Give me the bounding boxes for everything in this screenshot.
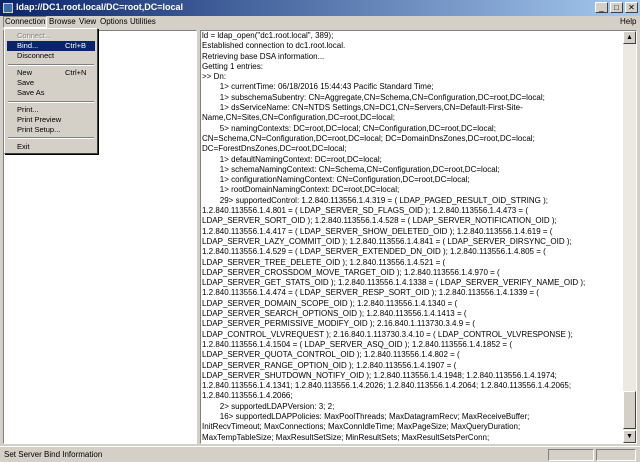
output-line: LDAP_SERVER_CROSSDOM_MOVE_TARGET_OID ); … <box>202 267 500 277</box>
menu-item-exit[interactable]: Exit <box>7 142 95 152</box>
output-line: LDAP_SERVER_SEARCH_OPTIONS_OID ); 1.2.84… <box>202 309 467 319</box>
menu-separator <box>8 101 94 103</box>
ldp-app-icon <box>3 3 13 13</box>
scroll-thumb[interactable] <box>623 391 636 429</box>
menu-item-print-preview[interactable]: Print Preview <box>7 115 95 125</box>
output-line: 1.2.840.113556.1.4.801 = ( LDAP_SERVER_S… <box>202 206 528 216</box>
output-line: LDAP_SERVER_LAZY_COMMIT_OID ); 1.2.840.1… <box>202 236 572 246</box>
scroll-down-button[interactable]: ▼ <box>623 430 636 443</box>
menu-item-save[interactable]: Save <box>7 78 95 88</box>
output-line: InitRecvTimeout; MaxConnections; MaxConn… <box>202 422 521 432</box>
output-line: Established connection to dc1.root.local… <box>202 41 346 51</box>
status-text: Set Server Bind Information <box>4 450 103 459</box>
menu-item-new-shortcut: Ctrl+N <box>65 68 87 77</box>
menu-view[interactable]: View <box>79 17 96 26</box>
output-line: 1> subschemaSubentry: CN=Aggregate,CN=Sc… <box>202 92 545 102</box>
menu-connection[interactable]: Connection <box>3 16 48 28</box>
output-line: 1.2.840.113556.1.4.1504 = ( LDAP_SERVER_… <box>202 339 512 349</box>
menu-item-print-setup[interactable]: Print Setup... <box>7 125 95 135</box>
output-line: Getting 1 entries: <box>202 61 263 71</box>
menu-item-new[interactable]: New Ctrl+N <box>7 68 95 78</box>
output-line: 1.2.840.113556.1.4.417 = ( LDAP_SERVER_S… <box>202 226 553 236</box>
menu-item-connect[interactable]: Connect... <box>7 31 95 41</box>
output-line: 1> schemaNamingContext: CN=Schema,CN=Con… <box>202 164 500 174</box>
output-line: LDAP_CONTROL_VLVREQUEST ); 2.16.840.1.11… <box>202 329 573 339</box>
menu-utilities[interactable]: Utilities <box>130 17 156 26</box>
output-line: Retrieving base DSA information... <box>202 51 325 61</box>
window-controls: _ □ ✕ <box>595 2 638 13</box>
output-pane[interactable]: ld = ldap_open("dc1.root.local", 389); Es… <box>200 30 637 444</box>
output-line: LDAP_SERVER_SHUTDOWN_NOTIFY_OID ); 1.2.8… <box>202 370 557 380</box>
menu-item-save-as[interactable]: Save As <box>7 88 95 98</box>
menu-item-new-label: New <box>17 68 33 77</box>
output-line: >> Dn: <box>202 72 227 82</box>
output-line: ld = ldap_open("dc1.root.local", 389); <box>202 31 334 40</box>
connection-menu-dropdown: Connect... Bind... Ctrl+B Disconnect New… <box>4 28 98 154</box>
close-button[interactable]: ✕ <box>625 2 638 13</box>
output-line: 1> configurationNamingContext: CN=Config… <box>202 175 470 185</box>
output-line: CN=Schema,CN=Configuration,DC=root,DC=lo… <box>202 133 535 143</box>
output-line: LDAP_SERVER_SORT_OID ); 1.2.840.113556.1… <box>202 216 557 226</box>
app-window: ldap://DC1.root.local/DC=root,DC=local _… <box>0 0 640 462</box>
output-line: 1.2.840.113556.1.4.474 = ( LDAP_SERVER_R… <box>202 288 539 298</box>
output-line: Name,CN=Sites,CN=Configuration,DC=root,D… <box>202 113 395 123</box>
menu-separator <box>8 137 94 139</box>
output-line: 1> rootDomainNamingContext: DC=root,DC=l… <box>202 185 400 195</box>
title-bar: ldap://DC1.root.local/DC=root,DC=local _… <box>0 0 640 16</box>
menu-item-print[interactable]: Print... <box>7 105 95 115</box>
output-line: 5> namingContexts: DC=root,DC=local; CN=… <box>202 123 496 133</box>
output-line: 1> defaultNamingContext: DC=root,DC=loca… <box>202 154 382 164</box>
menu-browse[interactable]: Browse <box>49 17 76 26</box>
output-line: LDAP_SERVER_TREE_DELETE_OID ); 1.2.840.1… <box>202 257 446 267</box>
output-line: LDAP_SERVER_PERMISSIVE_MODIFY_OID ); 2.1… <box>202 319 475 329</box>
output-line: LDAP_SERVER_DOMAIN_SCOPE_OID ); 1.2.840.… <box>202 298 458 308</box>
output-line: LDAP_SERVER_QUOTA_CONTROL_OID ); 1.2.840… <box>202 350 460 360</box>
output-line: 29> supportedControl: 1.2.840.113556.1.4… <box>202 195 548 205</box>
output-line: 16> supportedLDAPPolicies: MaxPoolThread… <box>202 411 530 421</box>
output-line: 2> supportedLDAPVersion: 3; 2; <box>202 401 335 411</box>
output-line: 1.2.840.113556.1.4.529 = ( LDAP_SERVER_E… <box>202 247 546 257</box>
window-title: ldap://DC1.root.local/DC=root,DC=local <box>16 2 184 12</box>
status-panel-2 <box>596 449 636 461</box>
output-line: 1> currentTime: 06/18/2016 15:44:43 Paci… <box>202 82 434 92</box>
output-line: 1.2.840.113556.1.4.1341; 1.2.840.113556.… <box>202 381 572 391</box>
vertical-scrollbar[interactable]: ▲ ▼ <box>623 31 636 443</box>
status-bar: Set Server Bind Information <box>0 446 640 462</box>
scroll-up-button[interactable]: ▲ <box>623 31 636 44</box>
output-line: DC=ForestDnsZones,DC=root,DC=local; <box>202 144 347 154</box>
output-line: LDAP_SERVER_RANGE_OPTION_OID ); 1.2.840.… <box>202 360 457 370</box>
menu-help[interactable]: Help <box>620 17 636 26</box>
menu-item-bind[interactable]: Bind... Ctrl+B <box>7 41 95 51</box>
output-line: 1.2.840.113556.1.4.2066; <box>202 391 293 401</box>
menu-separator <box>8 64 94 66</box>
status-panel-1 <box>548 449 594 461</box>
menu-bar: Connection Browse View Options Utilities… <box>0 16 640 28</box>
output-line: LDAP_SERVER_GET_STATS_OID ); 1.2.840.113… <box>202 278 586 288</box>
minimize-button[interactable]: _ <box>595 2 608 13</box>
menu-item-bind-label: Bind... <box>17 41 39 50</box>
menu-options[interactable]: Options <box>100 17 128 26</box>
menu-item-disconnect[interactable]: Disconnect <box>7 51 95 61</box>
output-line: MaxTempTableSize; MaxResultSetSize; MinR… <box>202 432 490 442</box>
output-line: 1> dsServiceName: CN=NTDS Settings,CN=DC… <box>202 103 523 113</box>
maximize-button[interactable]: □ <box>610 2 623 13</box>
menu-item-bind-shortcut: Ctrl+B <box>65 41 87 50</box>
output-text: ld = ldap_open("dc1.root.local", 389); Es… <box>202 31 623 443</box>
